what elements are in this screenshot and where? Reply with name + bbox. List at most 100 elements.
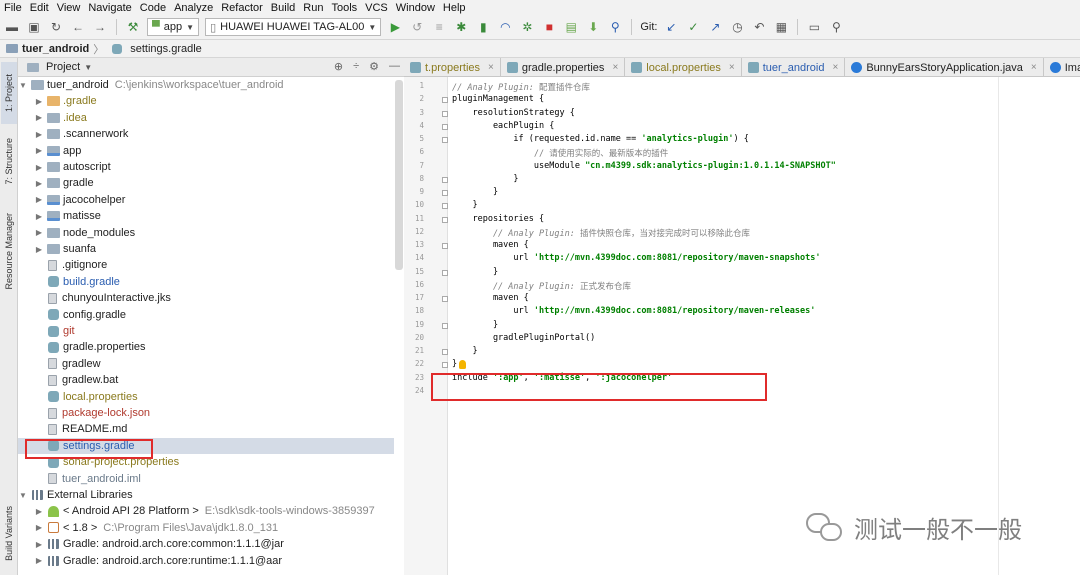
tab-project-tool[interactable]: 1: Project xyxy=(1,62,17,124)
menu-analyze[interactable]: Analyze xyxy=(174,2,213,14)
save-icon[interactable]: ▣ xyxy=(26,19,42,35)
menu-code[interactable]: Code xyxy=(140,2,166,14)
breadcrumb-project[interactable]: tuer_android xyxy=(22,43,89,55)
menu-edit[interactable]: Edit xyxy=(30,2,49,14)
chevron-right-icon[interactable]: ▶ xyxy=(34,245,44,254)
chevron-right-icon[interactable]: ▶ xyxy=(34,97,44,106)
menu-tools[interactable]: Tools xyxy=(331,2,357,14)
tree-item[interactable]: ▶ suanfa xyxy=(18,241,394,257)
fold-marker-icon[interactable] xyxy=(442,137,448,143)
tree-item[interactable]: ▶ app xyxy=(18,143,394,159)
sdk-manager-icon[interactable]: ⬇ xyxy=(585,19,601,35)
forward-icon[interactable]: → xyxy=(92,19,108,35)
chevron-right-icon[interactable]: ▶ xyxy=(34,523,44,532)
menu-navigate[interactable]: Navigate xyxy=(88,2,131,14)
menu-refactor[interactable]: Refactor xyxy=(221,2,263,14)
back-icon[interactable]: ← xyxy=(70,19,86,35)
apply-changes-icon[interactable]: ↺ xyxy=(409,19,425,35)
library-item[interactable]: ▶ Gradle: android.arch.core:common:1.1.1@… xyxy=(18,536,394,552)
close-icon[interactable]: × xyxy=(729,62,735,73)
locate-icon[interactable]: ⊕ xyxy=(334,60,343,73)
tree-item[interactable]: gradle.properties xyxy=(18,339,394,355)
history-icon[interactable]: ◷ xyxy=(729,19,745,35)
tree-item[interactable]: ▶ node_modules xyxy=(18,225,394,241)
chevron-right-icon[interactable]: ▶ xyxy=(34,146,44,155)
fold-marker-icon[interactable] xyxy=(442,349,448,355)
tree-item[interactable]: ▶ matisse xyxy=(18,208,394,224)
menu-vcs[interactable]: VCS xyxy=(365,2,388,14)
fold-marker-icon[interactable] xyxy=(442,97,448,104)
tab-resource-manager[interactable]: Resource Manager xyxy=(1,206,17,296)
breadcrumb-file[interactable]: settings.gradle xyxy=(130,43,202,55)
tree-root[interactable]: ▼ tuer_android C:\jenkins\workspace\tuer… xyxy=(18,77,394,93)
library-item[interactable]: ▶ < Android API 28 Platform > E:\sdk\sdk-t… xyxy=(18,503,394,519)
profile-icon[interactable]: ◠ xyxy=(497,19,513,35)
close-icon[interactable]: × xyxy=(1031,62,1037,73)
menu-build[interactable]: Build xyxy=(271,2,295,14)
tree-item[interactable]: .gitignore xyxy=(18,257,394,273)
hammer-icon[interactable]: ⚒ xyxy=(125,19,141,35)
chevron-right-icon[interactable]: ▶ xyxy=(34,195,44,204)
library-item[interactable]: ▶ < 1.8 > C:\Program Files\Java\jdk1.8.0_1… xyxy=(18,520,394,536)
fold-marker-icon[interactable] xyxy=(442,123,448,130)
tab-build-variants[interactable]: Build Variants xyxy=(1,498,17,568)
chevron-right-icon[interactable]: ▶ xyxy=(34,212,44,221)
run-config-combo[interactable]: ▀ app ▼ xyxy=(147,18,200,36)
menu-run[interactable]: Run xyxy=(303,2,323,14)
tree-item[interactable]: ▶ .scannerwork xyxy=(18,126,394,142)
chevron-down-icon[interactable]: ▼ xyxy=(18,81,28,90)
chevron-right-icon[interactable]: ▶ xyxy=(34,556,44,565)
run-icon[interactable]: ▶ xyxy=(387,19,403,35)
close-icon[interactable]: × xyxy=(612,62,618,73)
menu-view[interactable]: View xyxy=(57,2,81,14)
tree-item[interactable]: ▶ .gradle xyxy=(18,93,394,109)
fold-marker-icon[interactable] xyxy=(442,269,448,276)
project-structure-icon[interactable]: ▦ xyxy=(773,19,789,35)
fold-marker-icon[interactable] xyxy=(442,216,448,223)
tree-item[interactable]: gradlew.bat xyxy=(18,372,394,388)
rollback-icon[interactable]: ↶ xyxy=(751,19,767,35)
menu-window[interactable]: Window xyxy=(396,2,435,14)
lightbulb-icon[interactable] xyxy=(459,360,466,369)
tree-external-libraries[interactable]: ▼ External Libraries xyxy=(18,487,394,503)
tree-item[interactable]: chunyouInteractive.jks xyxy=(18,290,394,306)
coverage-icon[interactable]: ▮ xyxy=(475,19,491,35)
git-push-icon[interactable]: ↗ xyxy=(707,19,723,35)
chevron-right-icon[interactable]: ▶ xyxy=(34,540,44,549)
tree-item[interactable]: tuer_android.iml xyxy=(18,471,394,487)
device-combo[interactable]: ▯ HUAWEI HUAWEI TAG-AL00 ▼ xyxy=(205,18,382,36)
chevron-down-icon[interactable]: ▼ xyxy=(18,491,28,500)
gear-icon[interactable]: ⚙ xyxy=(369,60,379,73)
close-icon[interactable]: × xyxy=(833,62,839,73)
tree-item[interactable]: gradlew xyxy=(18,356,394,372)
fold-marker-icon[interactable] xyxy=(442,203,448,210)
chevron-down-icon[interactable]: ▼ xyxy=(84,63,92,72)
search-icon[interactable]: ⚲ xyxy=(828,19,844,35)
tree-item[interactable]: ▶ gradle xyxy=(18,175,394,191)
fold-marker-icon[interactable] xyxy=(442,362,448,369)
fold-marker-icon[interactable] xyxy=(442,322,448,329)
tree-item[interactable]: config.gradle xyxy=(18,307,394,323)
avd-manager-icon[interactable]: ▤ xyxy=(563,19,579,35)
editor-tab[interactable]: local.properties × xyxy=(625,58,742,76)
chevron-right-icon[interactable]: ▶ xyxy=(34,163,44,172)
project-scrollbar[interactable] xyxy=(395,80,403,270)
editor-tab[interactable]: BunnyEarsStoryApplication.java × xyxy=(845,58,1044,76)
chevron-right-icon[interactable]: ▶ xyxy=(34,179,44,188)
editor-tab[interactable]: gradle.properties × xyxy=(501,58,626,76)
library-item[interactable]: ▶ Gradle: android.arch.core:runtime:1.1.1… xyxy=(18,553,394,569)
tree-item[interactable]: ▶ .idea xyxy=(18,110,394,126)
chevron-right-icon[interactable]: ▶ xyxy=(34,507,44,516)
tree-item[interactable]: local.properties xyxy=(18,389,394,405)
fold-marker-icon[interactable] xyxy=(442,243,448,249)
attach-debugger-icon[interactable]: ✲ xyxy=(519,19,535,35)
close-icon[interactable]: × xyxy=(488,62,494,73)
fold-marker-icon[interactable] xyxy=(442,190,448,196)
editor-tab[interactable]: tuer_android × xyxy=(742,58,846,76)
chevron-right-icon[interactable]: ▶ xyxy=(34,228,44,237)
menu-help[interactable]: Help xyxy=(443,2,466,14)
tree-item[interactable]: README.md xyxy=(18,421,394,437)
editor-tab[interactable]: ImageCompress xyxy=(1044,58,1080,76)
tree-item[interactable]: ▶ jacocohelper xyxy=(18,192,394,208)
code-editor[interactable]: // Analy Plugin: 配置插件仓库 pluginManagement … xyxy=(448,77,1080,575)
